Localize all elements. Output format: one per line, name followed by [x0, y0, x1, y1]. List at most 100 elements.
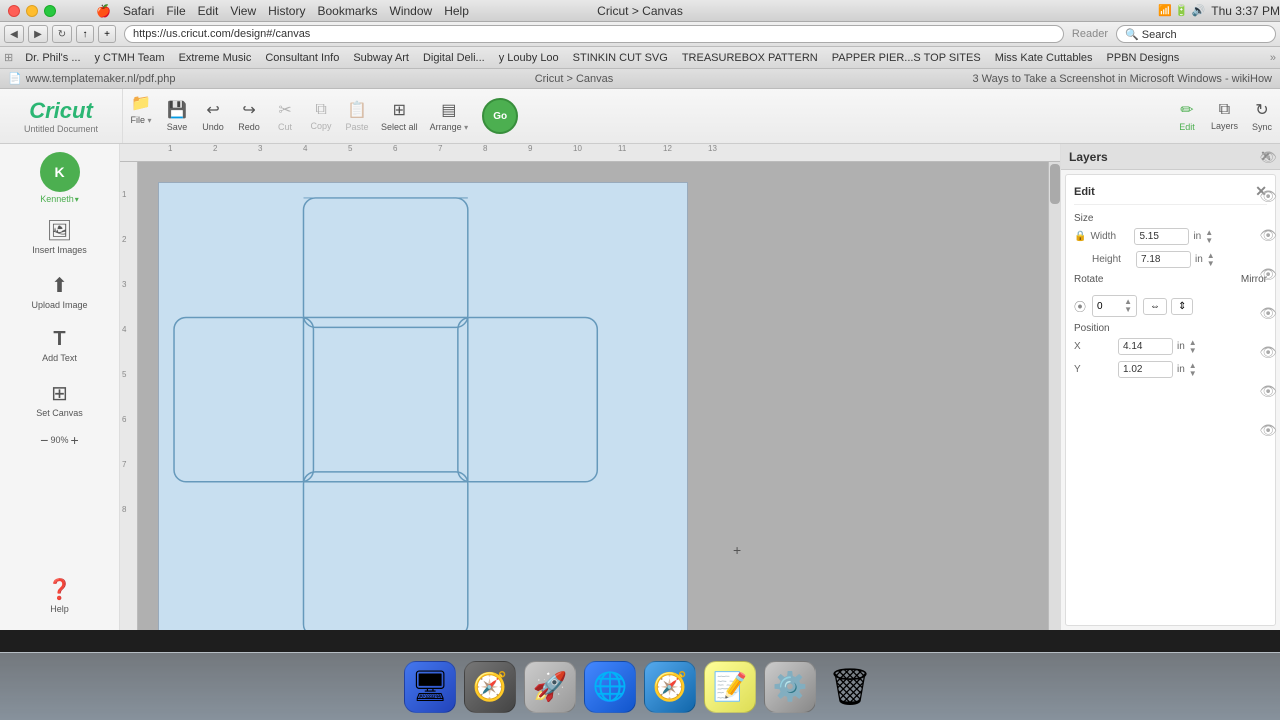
- bookmarks-menu-item[interactable]: Bookmarks: [317, 4, 377, 18]
- zoom-in-button[interactable]: +: [71, 432, 79, 448]
- bookmarks-bar: ⊞ Dr. Phil's ... y CTMH Team Extreme Mus…: [0, 47, 1280, 69]
- vis-eye-6[interactable]: 👁: [1259, 344, 1277, 361]
- y-input[interactable]: [1118, 361, 1173, 378]
- height-input[interactable]: [1136, 251, 1191, 268]
- rotate-down[interactable]: ▼: [1124, 306, 1132, 314]
- x-input[interactable]: [1118, 338, 1173, 355]
- insert-images-icon: 🖼: [47, 218, 72, 243]
- vis-eye-5[interactable]: 👁: [1259, 305, 1277, 322]
- sidebar-item-help[interactable]: ❓ Help: [6, 569, 113, 622]
- rotate-mirror-section: Rotate Mirror ⦿ 0 ▲ ▼: [1074, 274, 1267, 317]
- dock-sphere[interactable]: 🌐: [584, 661, 636, 713]
- canvas-area[interactable]: 1 2 3 4 5 6 7 8 9 10 11 12 13: [120, 144, 1060, 630]
- help-label: Help: [50, 604, 69, 614]
- bookmarks-more[interactable]: »: [1270, 52, 1276, 64]
- y-spinner[interactable]: ▲ ▼: [1189, 362, 1197, 378]
- x-down[interactable]: ▼: [1189, 347, 1197, 355]
- mirror-horizontal-button[interactable]: ⇔: [1143, 298, 1167, 315]
- dock-trash[interactable]: 🗑: [824, 661, 876, 713]
- back-button[interactable]: ◀: [4, 25, 24, 43]
- paste-button[interactable]: 📋 Paste: [339, 96, 375, 136]
- address-bar-area: ◀ ▶ ↻ ↑ + https://us.cricut.com/design#/…: [0, 22, 1280, 47]
- reload-button[interactable]: ↻: [52, 25, 72, 43]
- dock-rocket[interactable]: 🚀: [524, 661, 576, 713]
- bookmark-consultant[interactable]: Consultant Info: [259, 50, 345, 66]
- bookmark-papper[interactable]: PAPPER PIER...S TOP SITES: [826, 50, 987, 66]
- rotate-spinner[interactable]: ▲ ▼: [1124, 298, 1132, 314]
- close-button[interactable]: [8, 5, 20, 17]
- file-menu-item[interactable]: File: [166, 4, 185, 18]
- bookmark-louby[interactable]: y Louby Loo: [493, 50, 565, 66]
- width-down[interactable]: ▼: [1205, 237, 1213, 245]
- save-button[interactable]: 💾 Save: [159, 96, 195, 136]
- sidebar-item-upload-image[interactable]: ⬆ Upload Image: [6, 265, 113, 318]
- canvas-viewport[interactable]: +: [138, 162, 1060, 630]
- dock-notes[interactable]: 📝: [704, 661, 756, 713]
- height-down[interactable]: ▼: [1207, 260, 1215, 268]
- compass-icon: 🧭: [473, 670, 508, 703]
- view-menu-item[interactable]: View: [230, 4, 256, 18]
- x-spinner[interactable]: ▲ ▼: [1189, 339, 1197, 355]
- help-menu-item[interactable]: Help: [444, 4, 469, 18]
- file-button[interactable]: 📁 File ▾: [123, 89, 159, 143]
- username[interactable]: Kenneth▾: [40, 194, 79, 204]
- bookmark-dr-phil[interactable]: Dr. Phil's ...: [19, 50, 86, 66]
- history-menu-item[interactable]: History: [268, 4, 305, 18]
- reader-button[interactable]: Reader: [1072, 28, 1108, 40]
- safari-menu-item[interactable]: Safari: [123, 4, 154, 18]
- vis-eye-3[interactable]: 👁: [1259, 227, 1277, 244]
- bookmark-ppbn[interactable]: PPBN Designs: [1101, 50, 1186, 66]
- width-spinner[interactable]: ▲ ▼: [1205, 229, 1213, 245]
- mirror-vertical-button[interactable]: ⇕: [1171, 298, 1193, 315]
- cut-button[interactable]: ✂ Cut: [267, 96, 303, 136]
- dock-finder[interactable]: 🖥: [404, 661, 456, 713]
- address-input[interactable]: https://us.cricut.com/design#/canvas: [124, 25, 1064, 43]
- dock-compass[interactable]: 🧭: [464, 661, 516, 713]
- select-all-button[interactable]: ⊞ Select all: [375, 96, 424, 136]
- select-all-icon: ⊞: [393, 100, 406, 120]
- bookmark-treasurebox[interactable]: TREASUREBOX PATTERN: [676, 50, 824, 66]
- maximize-button[interactable]: [44, 5, 56, 17]
- share-button[interactable]: ↑: [76, 25, 94, 43]
- dock-safari[interactable]: 🧭: [644, 661, 696, 713]
- height-spinner[interactable]: ▲ ▼: [1207, 252, 1215, 268]
- sidebar-item-set-canvas[interactable]: ⊞ Set Canvas: [6, 373, 113, 426]
- vis-eye-8[interactable]: 👁: [1259, 422, 1277, 439]
- sidebar-item-insert-images[interactable]: 🖼 Insert Images: [6, 210, 113, 263]
- vis-eye-1[interactable]: 👁: [1259, 149, 1277, 166]
- bookmark-digital-deli[interactable]: Digital Deli...: [417, 50, 491, 66]
- layers-tool-button[interactable]: ⧉ Layers: [1205, 97, 1244, 135]
- edit-tool-button[interactable]: ✏ Edit: [1169, 96, 1205, 136]
- scrollbar-v[interactable]: [1048, 162, 1060, 630]
- width-input[interactable]: [1134, 228, 1189, 245]
- dock-system-prefs[interactable]: ⚙️: [764, 661, 816, 713]
- undo-button[interactable]: ↩ Undo: [195, 96, 231, 136]
- copy-button[interactable]: ⧉ Copy: [303, 97, 339, 135]
- search-input[interactable]: 🔍 Search: [1116, 25, 1276, 43]
- go-button[interactable]: Go: [482, 98, 518, 134]
- y-down[interactable]: ▼: [1189, 370, 1197, 378]
- bookmark-stinkin[interactable]: STINKIN CUT SVG: [567, 50, 674, 66]
- bookmark-misekate[interactable]: Miss Kate Cuttables: [989, 50, 1099, 66]
- scrollbar-v-thumb[interactable]: [1050, 164, 1060, 204]
- vis-eye-2[interactable]: 👁: [1259, 188, 1277, 205]
- edit-menu-item[interactable]: Edit: [198, 4, 219, 18]
- bookmark-extreme-music[interactable]: Extreme Music: [173, 50, 258, 66]
- vis-eye-7[interactable]: 👁: [1259, 383, 1277, 400]
- design-canvas[interactable]: [158, 182, 688, 630]
- user-avatar[interactable]: K: [40, 152, 80, 192]
- new-tab-button[interactable]: +: [98, 25, 116, 43]
- apple-menu[interactable]: 🍎: [96, 4, 111, 18]
- vis-eye-4[interactable]: 👁: [1259, 266, 1277, 283]
- forward-button[interactable]: ▶: [28, 25, 48, 43]
- zoom-out-button[interactable]: −: [40, 432, 48, 448]
- bookmark-subway[interactable]: Subway Art: [347, 50, 415, 66]
- sync-tool-button[interactable]: ↻ Sync: [1244, 96, 1280, 136]
- minimize-button[interactable]: [26, 5, 38, 17]
- zoom-percent: 90%: [50, 435, 68, 445]
- arrange-button[interactable]: ▤ Arrange ▾: [424, 96, 475, 136]
- redo-button[interactable]: ↪ Redo: [231, 96, 267, 136]
- window-menu-item[interactable]: Window: [390, 4, 433, 18]
- bookmark-ctmh[interactable]: y CTMH Team: [89, 50, 171, 66]
- sidebar-item-add-text[interactable]: T Add Text: [6, 320, 113, 371]
